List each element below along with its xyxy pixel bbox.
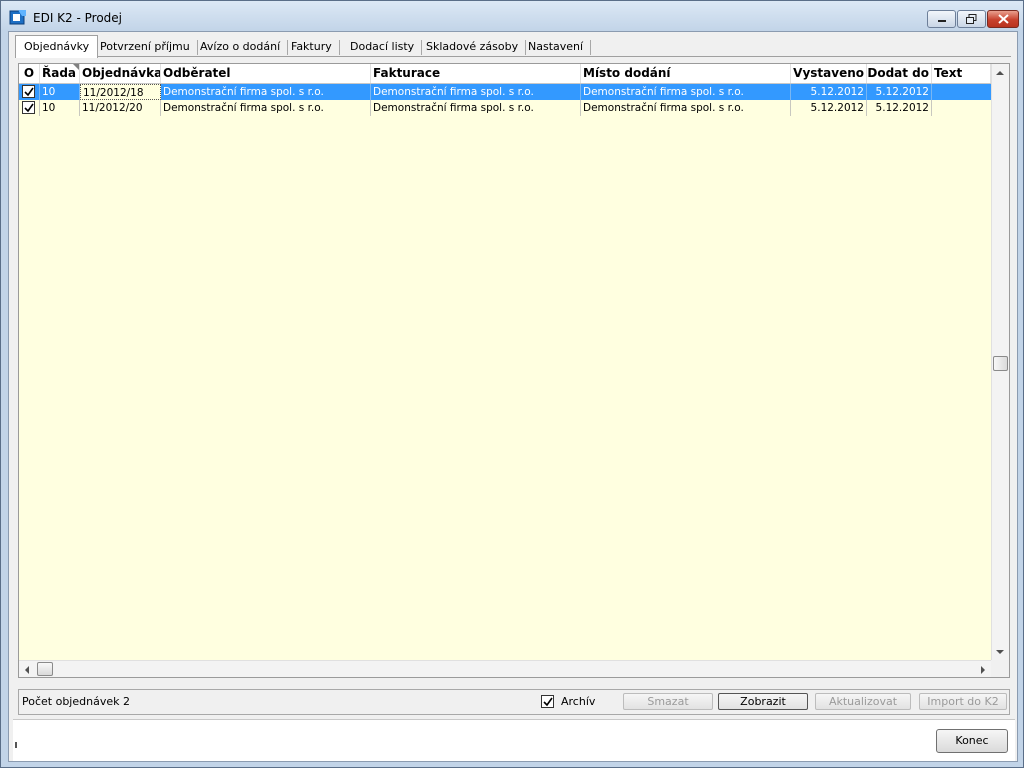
cell-dodat-do[interactable]: 5.12.2012 (867, 100, 932, 116)
tab-faktury[interactable]: Faktury (283, 37, 340, 57)
checkmark-icon (24, 87, 34, 97)
column-header-vystaveno[interactable]: Vystaveno (791, 64, 867, 83)
scroll-right-arrow-icon[interactable] (981, 666, 985, 674)
cell-misto-dodani[interactable]: Demonstrační firma spol. s r.o. (581, 84, 791, 100)
footer-panel: Konec (13, 719, 1015, 761)
vertical-scrollbar[interactable] (991, 64, 1009, 661)
checkmark-icon (24, 103, 34, 113)
order-checkbox-cell[interactable] (19, 100, 40, 116)
cell-misto-dodani[interactable]: Demonstrační firma spol. s r.o. (581, 100, 791, 116)
aktualizovat-button[interactable]: Aktualizovat (815, 693, 911, 710)
orders-grid[interactable]: O Řada Objednávka Odběratel Fakturace Mí… (18, 63, 1010, 678)
column-header-odberatel[interactable]: Odběratel (161, 64, 371, 83)
order-checkbox-cell[interactable] (19, 84, 40, 100)
checkmark-icon (543, 697, 553, 707)
status-bar: Počet objednávek 2 Archív Smazat Zobrazi… (18, 689, 1010, 715)
scroll-down-arrow-icon[interactable] (996, 650, 1004, 654)
table-row[interactable]: 10 11/2012/18 Demonstrační firma spol. s… (19, 84, 991, 100)
cell-dodat-do[interactable]: 5.12.2012 (867, 84, 932, 100)
archiv-checkbox[interactable] (541, 695, 554, 708)
tab-nastaveni[interactable]: Nastavení (520, 37, 592, 57)
k2-app-icon (9, 10, 26, 25)
column-header-objednavka[interactable]: Objednávka (80, 64, 161, 83)
window-title: EDI K2 - Prodej (33, 11, 123, 25)
column-header-fakturace[interactable]: Fakturace (371, 64, 581, 83)
minimize-icon (937, 20, 946, 22)
sort-indicator-icon (73, 64, 79, 70)
tab-avizo-o-dodani[interactable]: Avízo o dodání (192, 37, 289, 57)
column-header-text[interactable]: Text (932, 64, 991, 83)
cell-odberatel[interactable]: Demonstrační firma spol. s r.o. (161, 100, 371, 116)
minimize-button[interactable] (927, 10, 956, 28)
cell-text[interactable] (932, 84, 991, 100)
cell-vystaveno[interactable]: 5.12.2012 (791, 100, 867, 116)
archiv-label[interactable]: Archív (561, 695, 595, 708)
column-header-misto-dodani[interactable]: Místo dodání (581, 64, 791, 83)
cell-text[interactable] (932, 100, 991, 116)
scroll-left-arrow-icon[interactable] (25, 666, 29, 674)
horizontal-scrollbar[interactable] (19, 660, 991, 677)
order-checkbox[interactable] (22, 101, 35, 114)
scroll-up-arrow-icon[interactable] (996, 71, 1004, 75)
cell-rada[interactable]: 10 (40, 84, 80, 100)
column-header-rada-label: Řada (42, 66, 77, 80)
column-header-dodat-do[interactable]: Dodat do (867, 64, 932, 83)
cell-objednavka[interactable]: 11/2012/20 (80, 100, 161, 116)
tab-dodaci-listy[interactable]: Dodací listy (342, 37, 423, 57)
cell-rada[interactable]: 10 (40, 100, 80, 116)
column-header-rada[interactable]: Řada (40, 64, 80, 83)
tab-potvrzeni-prijmu[interactable]: Potvrzení příjmu (92, 37, 198, 57)
tab-skladove-zasoby[interactable]: Skladové zásoby (418, 37, 527, 57)
close-icon (997, 14, 1009, 24)
client-area: Objednávky Potvrzení příjmu Avízo o dodá… (8, 31, 1018, 762)
title-bar[interactable]: EDI K2 - Prodej (1, 1, 1023, 31)
smazat-button[interactable]: Smazat (623, 693, 713, 710)
vertical-scroll-thumb[interactable] (993, 356, 1008, 371)
order-checkbox[interactable] (22, 85, 35, 98)
restore-button[interactable] (957, 10, 986, 28)
restore-icon (966, 14, 977, 24)
horizontal-scroll-thumb[interactable] (37, 662, 53, 676)
cell-vystaveno[interactable]: 5.12.2012 (791, 84, 867, 100)
order-count: Počet objednávek 2 (22, 695, 130, 708)
scrollbar-corner (991, 660, 1009, 677)
zobrazit-button[interactable]: Zobrazit (718, 693, 808, 710)
cell-objednavka[interactable]: 11/2012/18 (80, 84, 161, 100)
tab-bar: Objednávky Potvrzení příjmu Avízo o dodá… (15, 35, 1011, 58)
footer-marker (15, 742, 17, 748)
cell-fakturace[interactable]: Demonstrační firma spol. s r.o. (371, 100, 581, 116)
table-row[interactable]: 10 11/2012/20 Demonstrační firma spol. s… (19, 100, 991, 116)
konec-button[interactable]: Konec (936, 729, 1008, 753)
column-header-o[interactable]: O (19, 64, 40, 83)
grid-header: O Řada Objednávka Odběratel Fakturace Mí… (19, 64, 991, 84)
cell-fakturace[interactable]: Demonstrační firma spol. s r.o. (371, 84, 581, 100)
main-window: EDI K2 - Prodej Objednávky Potvrzení pří… (0, 0, 1024, 768)
cell-odberatel[interactable]: Demonstrační firma spol. s r.o. (161, 84, 371, 100)
close-button[interactable] (987, 10, 1019, 28)
tab-objednavky[interactable]: Objednávky (15, 35, 99, 58)
import-do-k2-button[interactable]: Import do K2 (919, 693, 1007, 710)
